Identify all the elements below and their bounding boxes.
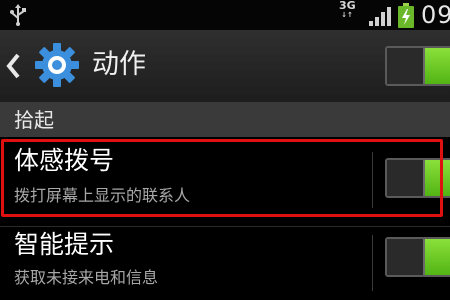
toggle-knob-on [423, 48, 450, 84]
usb-icon [10, 4, 26, 26]
item-divider [372, 152, 373, 208]
action-bar: 动作 [0, 30, 450, 103]
back-icon[interactable] [4, 52, 24, 80]
item-title: 体感拨号 [14, 146, 115, 175]
clock: 09 [421, 1, 450, 29]
item-title: 智能提示 [14, 230, 115, 259]
toggle-knob-on [423, 160, 450, 196]
battery-charging-icon [398, 3, 414, 28]
signal-icon [369, 7, 391, 26]
item-divider [372, 235, 373, 291]
toggle-knob-on [423, 239, 450, 275]
gear-icon [35, 43, 79, 87]
list-item-motion-dial[interactable]: 体感拨号 拨打屏幕上显示的联系人 [0, 138, 450, 226]
toggle-off-part [387, 160, 425, 196]
toggle-off-part [387, 239, 425, 275]
smart-alert-toggle[interactable] [385, 237, 450, 277]
item-subtitle: 拨打屏幕上显示的联系人 [14, 186, 191, 205]
master-toggle[interactable] [385, 46, 450, 86]
list-item-smart-alert[interactable]: 智能提示 获取未接来电和信息 [0, 227, 450, 300]
page-title: 动作 [92, 49, 146, 80]
network-type-label: 3G ↓↑ [339, 0, 356, 19]
toggle-off-part [387, 48, 425, 84]
section-header-label: 拾起 [14, 108, 54, 132]
item-subtitle: 获取未接来电和信息 [14, 268, 159, 287]
section-header: 拾起 [0, 103, 450, 137]
motion-dial-toggle[interactable] [385, 158, 450, 198]
status-bar: 3G ↓↑ 09 [0, 0, 450, 30]
